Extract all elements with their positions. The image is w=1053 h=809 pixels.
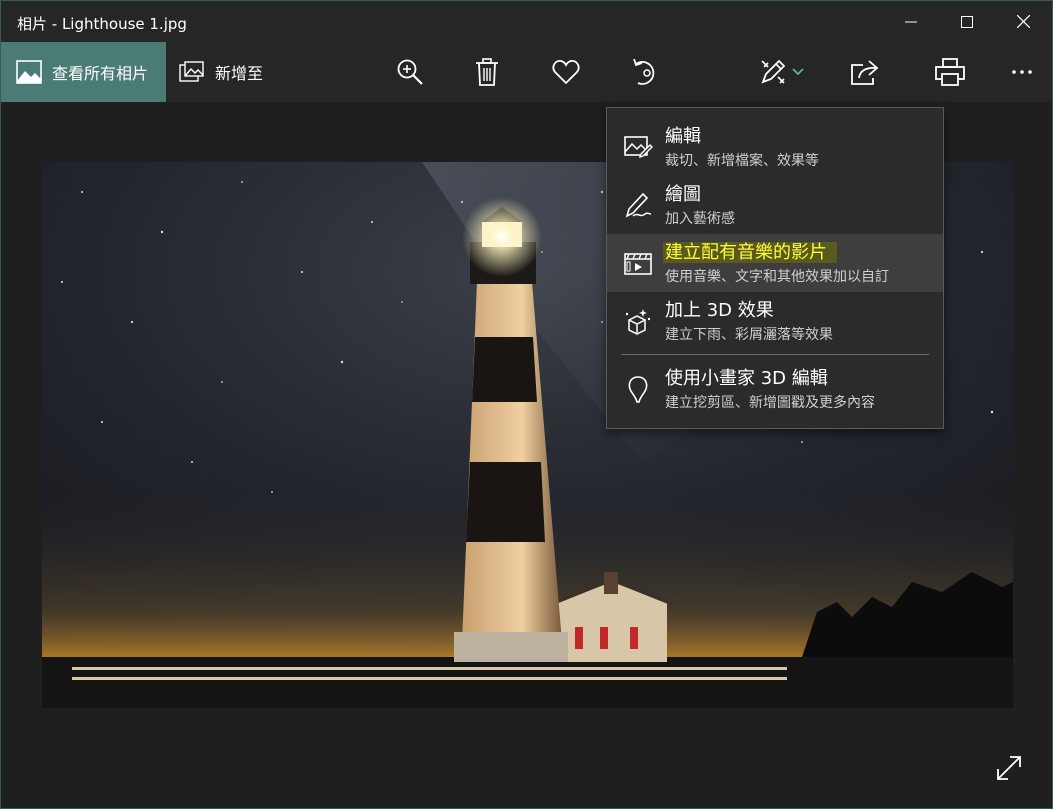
menu-item-draw[interactable]: 繪圖 加入藝術感 <box>607 176 943 234</box>
menu-item-paint3d[interactable]: 使用小畫家 3D 編輯 建立挖剪區、新增圖戳及更多內容 <box>607 360 943 418</box>
rotate-button[interactable] <box>626 54 662 90</box>
zoom-in-icon <box>397 59 423 85</box>
menu-item-subtitle: 裁切、新增檔案、效果等 <box>665 153 819 169</box>
close-icon <box>1016 15 1030 28</box>
menu-item-subtitle: 建立下雨、彩屑灑落等效果 <box>665 327 833 343</box>
delete-icon <box>476 58 498 86</box>
menu-item-subtitle: 建立挖剪區、新增圖戳及更多內容 <box>665 395 875 411</box>
photos-app-window: 相片 - Lighthouse 1.jpg 查看所有相片 新增至 編輯 裁切、新… <box>0 0 1053 809</box>
add-to-button[interactable]: 新增至 <box>179 42 263 102</box>
print-icon <box>935 58 965 86</box>
add-to-album-icon <box>179 61 204 82</box>
rotate-icon <box>633 58 655 85</box>
share-button[interactable] <box>846 54 882 90</box>
favorite-button[interactable] <box>548 54 584 90</box>
edit-image-icon <box>624 136 653 159</box>
view-all-label: 查看所有相片 <box>52 64 149 83</box>
menu-item-3d-effects[interactable]: 加上 3D 效果 建立下雨、彩屑灑落等效果 <box>607 292 943 350</box>
minimize-button[interactable] <box>883 1 939 42</box>
window-title: 相片 - Lighthouse 1.jpg <box>17 15 187 33</box>
add-to-label: 新增至 <box>215 64 264 83</box>
menu-item-title: 繪圖 <box>665 184 701 205</box>
print-button[interactable] <box>932 54 968 90</box>
toolbar: 查看所有相片 新增至 <box>1 42 1052 102</box>
edit-create-button[interactable] <box>753 54 809 90</box>
expand-icon <box>997 756 1021 780</box>
draw-pen-icon <box>625 192 652 218</box>
photos-gallery-icon <box>16 60 42 84</box>
fullscreen-button[interactable] <box>994 753 1024 783</box>
maximize-button[interactable] <box>939 1 995 42</box>
view-all-photos-button[interactable]: 查看所有相片 <box>1 42 166 102</box>
share-icon <box>851 60 879 85</box>
close-button[interactable] <box>995 1 1051 42</box>
menu-separator <box>621 354 929 355</box>
maximize-icon <box>961 15 973 28</box>
edit-create-menu: 編輯 裁切、新增檔案、效果等 繪圖 加入藝術感 建立配有音樂的影片 使用音樂、文… <box>606 107 944 429</box>
more-options-button[interactable] <box>1004 54 1040 90</box>
menu-item-title: 建立配有音樂的影片 <box>663 238 837 264</box>
delete-button[interactable] <box>469 54 505 90</box>
paint3d-icon <box>628 376 648 403</box>
3d-effects-icon <box>625 309 651 335</box>
menu-item-create-video[interactable]: 建立配有音樂的影片 使用音樂、文字和其他效果加以自訂 <box>607 234 943 292</box>
menu-item-edit[interactable]: 編輯 裁切、新增檔案、效果等 <box>607 118 943 176</box>
minimize-icon <box>905 21 917 22</box>
edit-create-icon <box>761 59 786 84</box>
menu-item-title: 加上 3D 效果 <box>665 300 774 321</box>
menu-item-title: 編輯 <box>665 126 701 147</box>
more-icon <box>1012 70 1032 74</box>
title-bar: 相片 - Lighthouse 1.jpg <box>1 1 1052 42</box>
menu-item-title: 使用小畫家 3D 編輯 <box>665 368 828 389</box>
menu-item-subtitle: 使用音樂、文字和其他效果加以自訂 <box>665 269 889 285</box>
favorite-icon <box>552 60 580 85</box>
video-film-icon <box>624 253 652 275</box>
chevron-down-icon <box>792 68 804 76</box>
zoom-in-button[interactable] <box>392 54 428 90</box>
menu-item-subtitle: 加入藝術感 <box>665 211 735 227</box>
